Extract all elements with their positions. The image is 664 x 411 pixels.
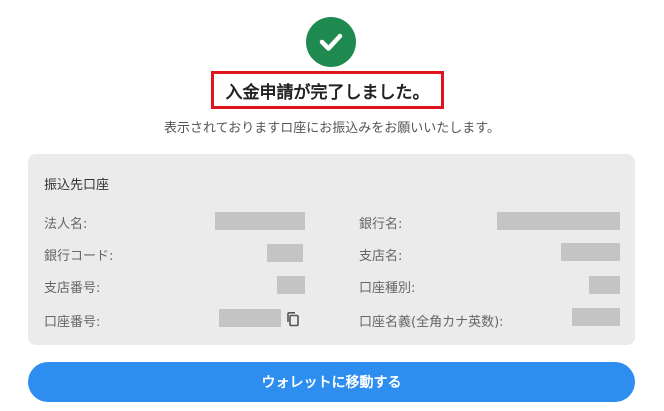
branch-number-label: 支店番号: [44,281,101,296]
branch-name-label: 支店名: [359,249,403,264]
page-subtitle: 表示されておりますロ座にお振込みをお願いいたします。 [164,121,500,136]
page-title: 入金申請が完了しました。 [225,82,430,103]
bank-account-panel: 振込先口座 法人名: 銀行コード: 支店番号: 口座番号: 銀行名: 支店名: … [28,154,635,345]
branch-name-value-masked [561,243,620,261]
account-holder-label: 口座名義(全角カナ英数): [359,315,504,330]
bank-name-label: 銀行名: [359,217,403,232]
account-number-value-masked [219,309,281,327]
corporate-name-label: 法人名: [44,217,88,232]
bank-name-value-masked [497,212,620,230]
deposit-complete-page: 入金申請が完了しました。 表示されておりますロ座にお振込みをお願いいたします。 … [0,0,664,411]
title-highlight-box: 入金申請が完了しました。 [211,71,444,109]
account-number-label: 口座番号: [44,315,101,330]
account-type-value-masked [589,276,620,294]
bank-code-label: 銀行コード: [44,249,114,264]
panel-heading: 振込先口座 [44,178,110,193]
success-check-icon [306,17,356,67]
copy-icon[interactable] [285,311,301,327]
branch-number-value-masked [277,276,305,294]
account-holder-value-masked [572,308,620,326]
corporate-name-value-masked [215,212,305,230]
go-to-wallet-button[interactable]: ウォレットに移動する [28,362,635,402]
account-type-label: 口座種別: [359,281,416,296]
bank-code-value-masked [267,244,303,262]
